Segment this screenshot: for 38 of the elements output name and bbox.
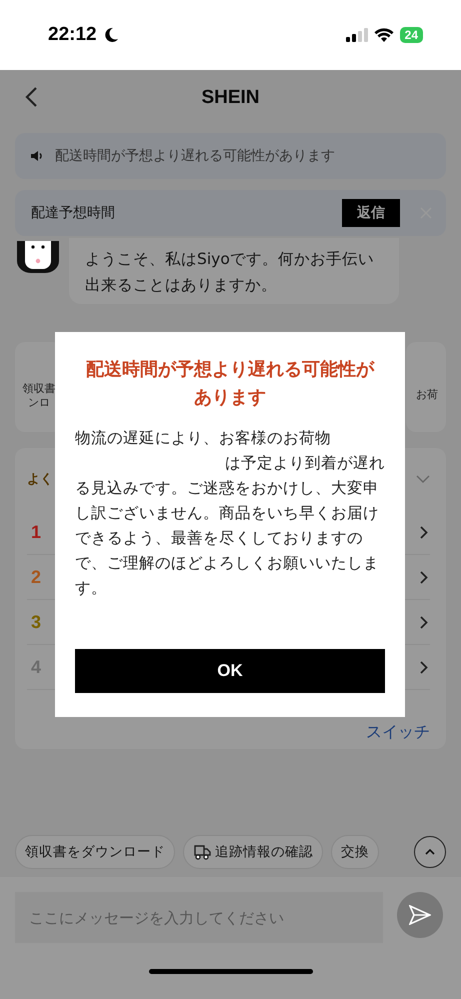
shortcut-label: お荷 [416,388,438,402]
faq-number: 3 [31,612,42,632]
send-icon [409,905,431,925]
shortcut-card[interactable]: お荷 [406,342,446,432]
truck-icon [193,844,211,860]
battery-level: 24 [400,27,423,43]
shortcut-label: 領収書 [22,382,56,396]
status-time: 22:12 [48,24,97,46]
caret-up-icon [425,849,435,855]
ok-button[interactable]: OK [75,649,385,693]
page-title: SHEIN [201,86,260,108]
chevron-right-icon [420,660,428,674]
wifi-icon [374,28,394,42]
expand-button[interactable] [414,836,446,868]
quick-reply-chip[interactable]: 領収書をダウンロード [15,835,175,869]
delivery-label: 配達予想時間 [31,204,115,222]
faq-number: 2 [31,566,42,588]
message-input[interactable]: ここにメッセージを入力してください [15,892,383,943]
faq-title: よく [27,471,53,488]
quick-reply-chip[interactable]: 追跡情報の確認 [183,835,323,869]
chevron-right-icon [420,570,428,584]
dialog-text: 物流の遅延により、お客様のお荷物 [75,428,332,449]
chevron-right-icon [420,616,428,628]
quick-reply-chip[interactable]: 交換 [331,835,379,869]
chevron-right-icon [420,526,428,538]
notice-text: 配送時間が予想より遅れる可能性があります [55,147,335,165]
faq-number: 1 [31,522,42,542]
avatar-icon [15,241,61,273]
signal-icon [346,28,368,42]
shortcut-label: ンロ [28,396,50,410]
chat-message: ようこそ、私はSiyoです。何かお手伝い出来ることはありますか。 [69,238,399,304]
switch-link[interactable]: スイッチ [366,722,430,743]
reply-button[interactable]: 返信 [342,199,400,227]
dialog-text: は予定より到着が遅れる見込みです。ご迷惑をおかけし、大変申し訳ございません。商品をいち早くお届けできるよう、最善を尽くしておりますので、ご理解のほどよろしくお願いいたします。 [75,453,385,599]
dialog-title: 配送時間が予想より遅れる可能性があります [85,358,376,410]
back-icon[interactable] [24,86,38,108]
send-button[interactable] [397,892,443,938]
moon-icon [102,27,119,43]
